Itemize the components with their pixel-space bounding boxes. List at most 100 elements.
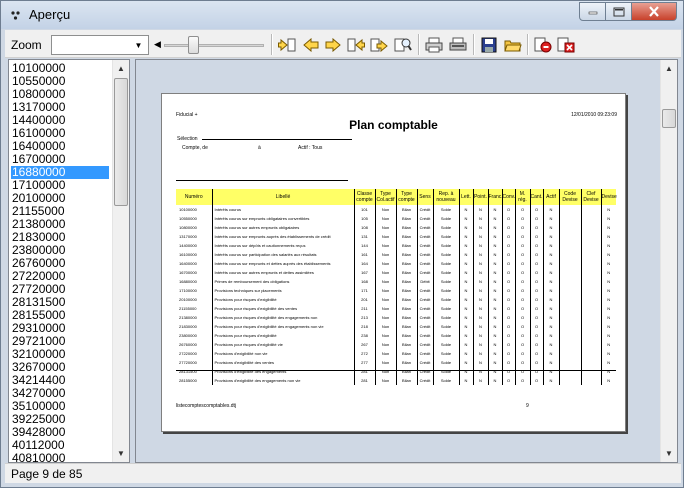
table-cell: N [458,340,473,349]
table-cell [558,250,581,259]
preview-scrollbar[interactable]: ▲ ▼ [660,60,677,462]
column-header: Libellé [211,189,354,205]
table-cell: O [529,349,543,358]
table-cell: Intérêts courus sur emprunts obligataire… [211,214,354,223]
table-cell: 16880000 [179,279,197,284]
scroll-up-icon[interactable]: ▲ [113,60,129,77]
table-cell [580,349,601,358]
zoom-select[interactable]: ▼ [51,35,149,55]
list-scrollbar[interactable]: ▲ ▼ [112,60,129,462]
list-item[interactable]: 40810000 [11,452,111,463]
slider-thumb[interactable] [188,36,200,54]
table-cell: N [458,376,473,385]
account-list[interactable]: ▲ ▼ 10100000 10550000 10800000 13170000 1440… [8,59,130,463]
table-cell: N [542,205,559,214]
table-cell: N [542,250,559,259]
table-cell: Bilan [395,277,417,286]
print-setup-button[interactable] [448,35,468,55]
table-cell: Bilan [395,349,417,358]
close-preview-icon [557,37,575,53]
table-cell [580,313,601,322]
report-footer-page: 9 [526,403,529,409]
table-cell: O [529,277,543,286]
column-header: Point. [472,189,488,205]
table-cell: O [501,322,515,331]
table-cell: O [529,358,543,367]
slider-left-arrow-icon[interactable]: ◀ [154,39,161,50]
table-cell: 21380000 [179,315,197,320]
last-page-button[interactable] [346,35,366,55]
save-button[interactable] [479,35,499,55]
next-page-button[interactable] [323,35,343,55]
table-cell: Solde [432,340,459,349]
table-row: 28155000 Provisions d'exigibilité des eng… [176,376,616,385]
title-bar[interactable]: Aperçu [1,1,683,29]
table-row: 16700000 Intérêts courus sur autres empru… [176,268,616,277]
print-icon [425,37,443,53]
table-cell: Solde [432,304,459,313]
print-button[interactable] [424,35,444,55]
list-scroll-thumb[interactable] [114,78,128,206]
table-cell: N [472,277,488,286]
filter-label: Compte, de [182,145,208,151]
selection-rule [202,139,352,140]
search-button[interactable] [393,35,413,55]
table-cell: N [487,214,502,223]
toolbar-separator [418,34,420,55]
table-cell: N [472,214,488,223]
table-cell: Solde [432,232,459,241]
first-page-button[interactable] [277,35,297,55]
table-cell: O [514,349,530,358]
table-cell: O [501,241,515,250]
stop-button[interactable] [533,35,553,55]
table-cell [580,358,601,367]
table-cell: N [487,349,502,358]
table-cell: Intérêts courus sur dépôts et cautionnem… [211,241,354,250]
maximize-button[interactable] [606,2,632,21]
table-cell: Non [374,331,396,340]
table-cell: O [514,286,530,295]
minimize-button[interactable] [579,2,606,21]
table-cell: N [542,259,559,268]
table-cell: O [501,223,515,232]
table-cell: N [600,268,616,277]
scroll-up-icon[interactable]: ▲ [661,60,677,77]
scroll-down-icon[interactable]: ▼ [661,445,677,462]
table-cell: Non [374,376,396,385]
table-cell: Provisions pour risques d'exigibilité de… [211,322,354,331]
table-cell: 201 [353,295,375,304]
open-folder-button[interactable] [503,35,523,55]
table-cell: Non [374,232,396,241]
table-bottom-rule [176,370,616,371]
table-cell: Crédit [416,241,433,250]
table-cell: N [487,250,502,259]
table-cell: Provisions pour risques d'exigibilité vi… [211,340,354,349]
table-cell: N [542,232,559,241]
table-row: 16400000 Intérêts courus sur emprunts et … [176,259,616,268]
table-cell: O [501,286,515,295]
goto-page-button[interactable] [369,35,389,55]
table-cell: Bilan [395,340,417,349]
scroll-down-icon[interactable]: ▼ [113,445,129,462]
close-button[interactable] [632,2,677,21]
toolbar: Zoom ▼ ◀ [5,30,681,58]
close-preview-button[interactable] [556,35,576,55]
table-cell: 13170000 [179,234,197,239]
table-cell: Crédit [416,250,433,259]
table-cell: O [529,250,543,259]
table-cell [580,205,601,214]
zoom-slider[interactable]: ◀ [154,35,268,55]
table-cell: Non [374,358,396,367]
table-row: 16880000 Primes de remboursement des obli… [176,277,616,286]
table-cell: Primes de remboursement des obligations [211,277,354,286]
table-cell: 161 [353,250,375,259]
table-cell: O [501,259,515,268]
table-cell: Crédit [416,268,433,277]
table-cell: O [501,232,515,241]
table-row: 27720000 Provisions d'exigibilité des ven… [176,358,616,367]
preview-scroll-thumb[interactable] [662,109,676,128]
table-cell: N [487,241,502,250]
previous-page-button[interactable] [301,35,321,55]
table-cell [580,304,601,313]
table-cell: O [514,358,530,367]
